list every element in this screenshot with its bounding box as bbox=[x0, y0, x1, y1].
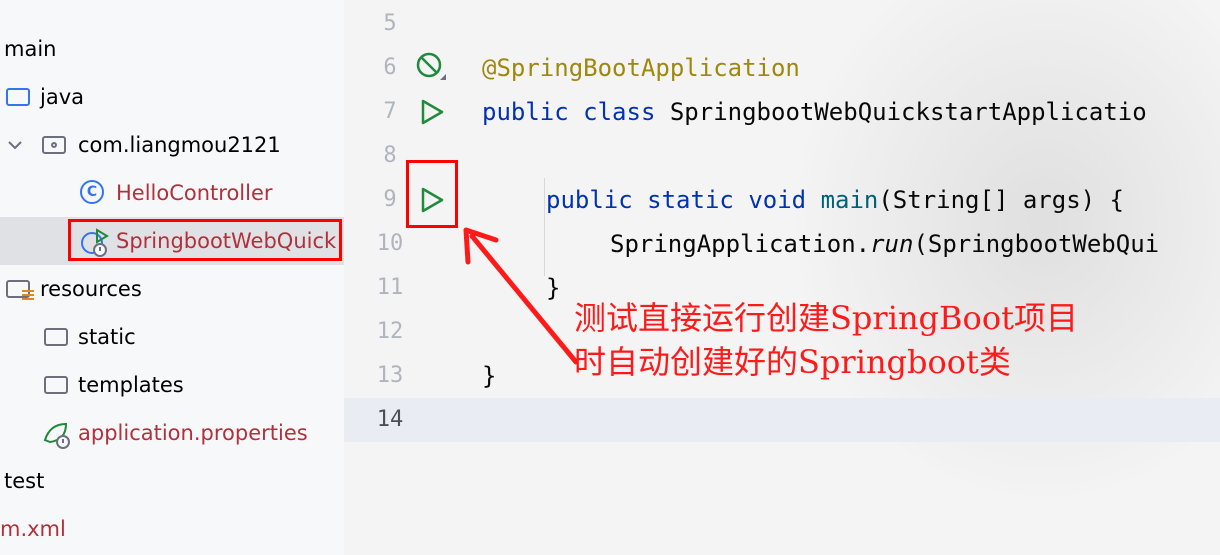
tree-item-label: com.liangmou2121 bbox=[78, 133, 281, 157]
line-number: 12 bbox=[376, 319, 404, 344]
line-number: 11 bbox=[376, 275, 404, 300]
annotation-line-1: 测试直接运行创建SpringBoot项目 bbox=[574, 299, 1078, 337]
run-class-icon[interactable] bbox=[418, 98, 446, 126]
tree-item-label: java bbox=[40, 85, 84, 109]
tree-item-application-properties[interactable]: application.properties bbox=[0, 409, 344, 457]
chevron-down-icon[interactable] bbox=[6, 136, 24, 154]
current-line-highlight bbox=[344, 398, 1220, 442]
resources-folder-icon bbox=[6, 276, 34, 302]
class-icon: C bbox=[80, 180, 106, 206]
line-number: 8 bbox=[383, 143, 397, 168]
code-line-7: public class SpringbootWebQuickstartAppl… bbox=[482, 98, 1147, 126]
package-icon bbox=[42, 132, 68, 158]
tree-item-label: templates bbox=[78, 373, 184, 397]
tree-item-package[interactable]: com.liangmou2121 bbox=[0, 121, 344, 169]
tree-item-test[interactable]: test bbox=[0, 457, 344, 505]
code-line-9: public static void main(String[] args) { bbox=[546, 186, 1124, 214]
folder-icon bbox=[44, 372, 70, 398]
tree-item-main[interactable]: main bbox=[0, 25, 344, 73]
tree-item-java[interactable]: java bbox=[0, 73, 344, 121]
background-watermark bbox=[744, 0, 1220, 555]
line-number: 6 bbox=[383, 55, 397, 80]
spring-properties-icon bbox=[42, 420, 70, 449]
line-number: 10 bbox=[376, 231, 404, 256]
code-editor[interactable]: 5 6 7 8 9 10 11 12 13 14 @SpringBootAppl… bbox=[344, 0, 1220, 555]
tree-item-resources[interactable]: resources bbox=[0, 265, 344, 313]
tree-item-label: m.xml bbox=[0, 517, 66, 541]
tree-item-static[interactable]: static bbox=[0, 313, 344, 361]
tree-item-label: test bbox=[4, 469, 45, 493]
tree-item-hellocontroller[interactable]: C HelloController bbox=[0, 169, 344, 217]
tree-item-label: HelloController bbox=[116, 181, 273, 205]
code-line-10: SpringApplication.run(SpringbootWebQui bbox=[610, 230, 1160, 258]
source-folder-icon bbox=[6, 84, 32, 110]
line-number: 14 bbox=[376, 407, 404, 432]
line-number: 7 bbox=[383, 99, 397, 124]
no-beans-icon[interactable] bbox=[414, 50, 448, 84]
tree-item-pom-xml[interactable]: m.xml bbox=[0, 505, 344, 553]
tree-item-templates[interactable]: templates bbox=[0, 361, 344, 409]
folder-icon bbox=[44, 324, 70, 350]
tree-item-label: main bbox=[4, 37, 57, 61]
code-line-6: @SpringBootApplication bbox=[482, 54, 800, 82]
line-number: 5 bbox=[383, 11, 397, 36]
line-number: 9 bbox=[383, 187, 397, 212]
tree-item-label: application.properties bbox=[78, 421, 308, 445]
project-tree: main java com.liangmou2121 C HelloContro… bbox=[0, 0, 344, 555]
highlight-box bbox=[68, 219, 342, 261]
annotation-arrow bbox=[463, 227, 579, 365]
line-number: 13 bbox=[376, 363, 404, 388]
highlight-box bbox=[406, 160, 458, 228]
annotation-text: 测试直接运行创建SpringBoot项目 时自动创建好的Springboot类 bbox=[574, 296, 1078, 384]
tree-item-label: resources bbox=[40, 277, 142, 301]
tree-item-label: static bbox=[78, 325, 136, 349]
annotation-line-2: 时自动创建好的Springboot类 bbox=[574, 343, 1011, 381]
